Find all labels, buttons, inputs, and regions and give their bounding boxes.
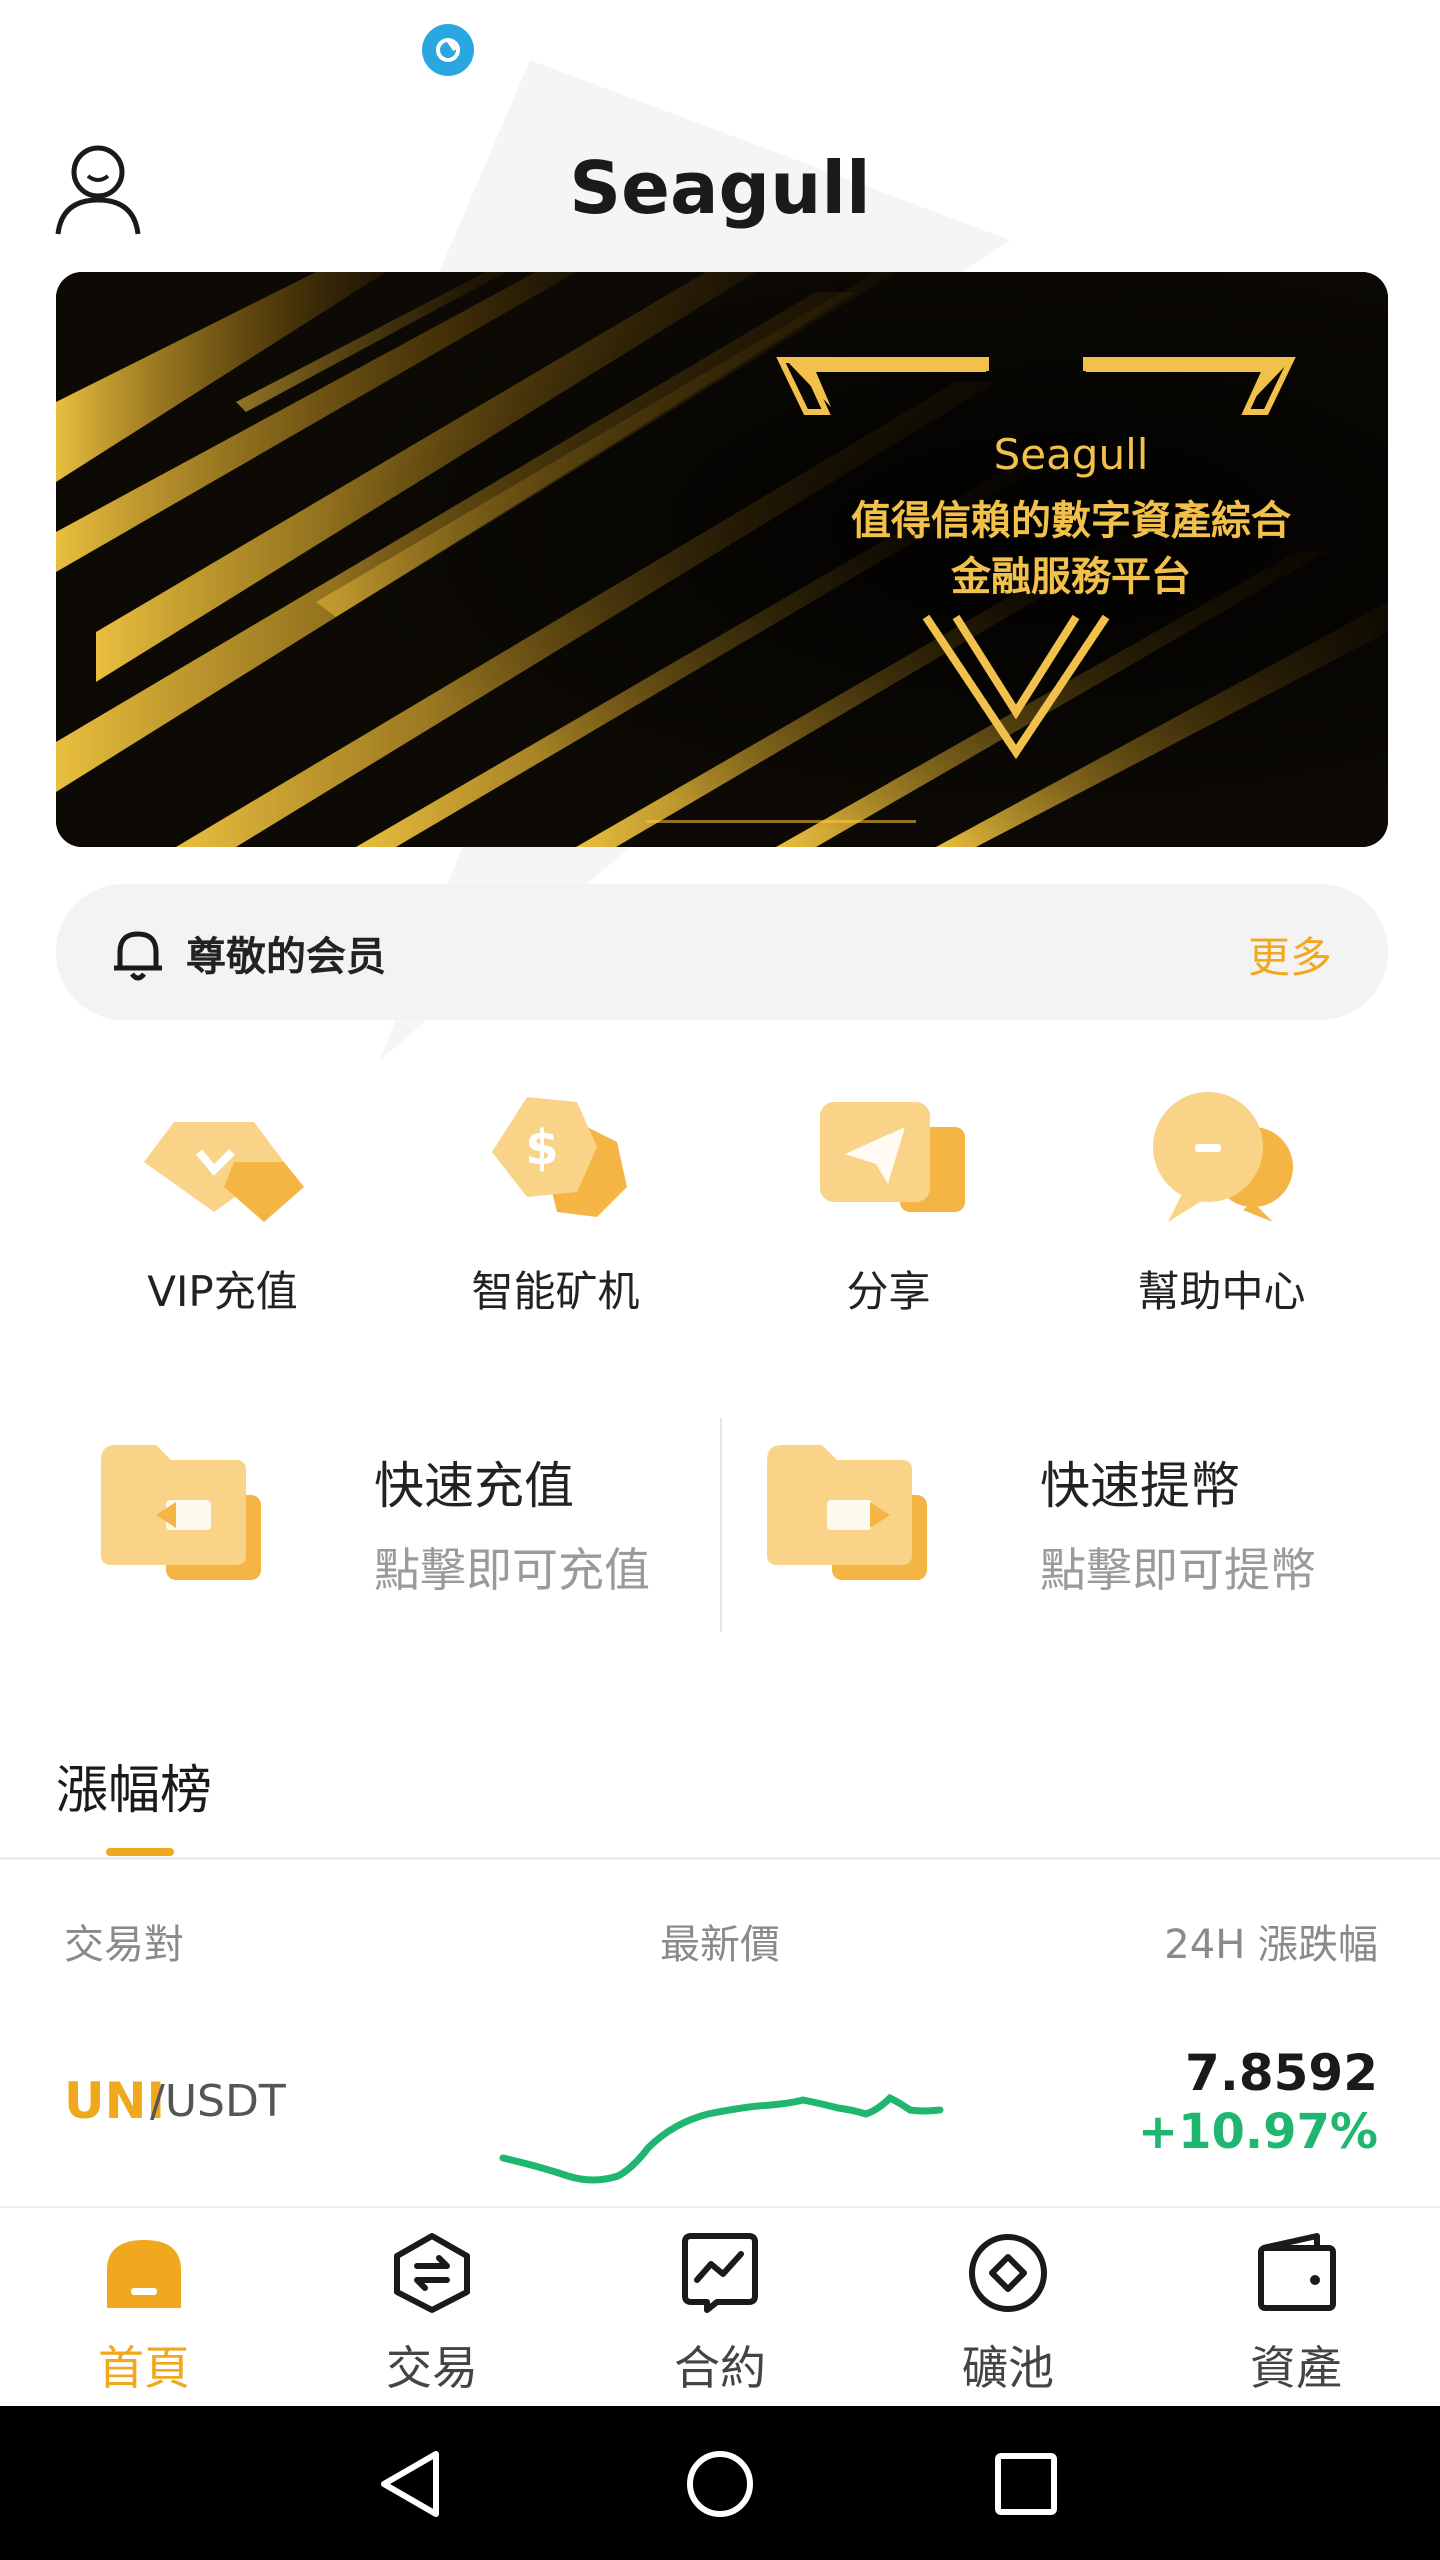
fast-actions: 快速充值 點擊即可充值 快速提幣 點擊即可提幣 (56, 1410, 1388, 1632)
quick-action-vip[interactable]: VIP充值 (56, 1080, 389, 1330)
banner-brand: Seagull (993, 430, 1149, 479)
notice-bar[interactable]: 尊敬的会员 更多 (56, 884, 1388, 1020)
nav-label: 首頁 (98, 2341, 190, 2395)
bottom-navigation: 首頁 交易 合約 礦池 資產 (0, 2206, 1440, 2406)
fast-withdraw-card[interactable]: 快速提幣 點擊即可提幣 (722, 1410, 1388, 1630)
paper-plane-icon (820, 1102, 965, 1212)
fast-withdraw-subtitle: 點擊即可提幣 (1040, 1543, 1316, 1597)
coin-price: 7.8592 (1185, 2044, 1378, 2102)
nav-label: 合約 (674, 2341, 766, 2395)
mining-pool-icon (969, 2234, 1047, 2312)
contract-chart-icon (682, 2233, 758, 2313)
quick-actions: VIP充值 $ 智能矿机 分享 幫助中心 (56, 1080, 1388, 1330)
folder-withdraw-icon (767, 1445, 927, 1580)
fast-withdraw-title: 快速提幣 (1040, 1457, 1240, 1515)
sparkline-chart (499, 2093, 944, 2184)
quick-action-label: VIP充值 (147, 1267, 298, 1316)
promo-banner[interactable]: Seagull 值得信賴的數字資產綜合 金融服務平台 (56, 272, 1388, 847)
nav-label: 資產 (1250, 2341, 1342, 2395)
quick-action-label: 智能矿机 (471, 1267, 640, 1316)
page-title: Seagull (569, 146, 871, 230)
system-navigation-bar (0, 2406, 1440, 2560)
quick-action-share[interactable]: 分享 (722, 1080, 1055, 1330)
quick-action-label: 分享 (846, 1267, 931, 1316)
home-circle-icon[interactable] (684, 2448, 756, 2520)
fast-deposit-card[interactable]: 快速充值 點擊即可充值 (56, 1410, 722, 1630)
svg-text:$: $ (525, 1120, 558, 1176)
nav-contract[interactable]: 合約 (576, 2208, 864, 2408)
chat-bubble-icon (1153, 1092, 1293, 1222)
banner-page-indicator (646, 820, 916, 823)
bell-icon (114, 931, 162, 981)
nav-assets[interactable]: 資產 (1152, 2208, 1440, 2408)
nav-label: 礦池 (962, 2341, 1054, 2395)
tab-active-indicator (106, 1848, 174, 1856)
coin-icon: $ (492, 1097, 627, 1217)
divider (0, 1857, 1440, 1860)
quick-action-label: 幫助中心 (1137, 1267, 1306, 1316)
banner-headline-1: 值得信賴的數字資產綜合 (851, 498, 1291, 544)
fast-deposit-title: 快速充值 (374, 1457, 574, 1515)
market-row[interactable]: UNI /USDT 7.8592 +10.97% (0, 2030, 1440, 2210)
coin-quote-symbol: /USDT (150, 2076, 286, 2127)
notice-more-link[interactable]: 更多 (1248, 924, 1332, 985)
nav-trade[interactable]: 交易 (288, 2208, 576, 2408)
wallet-icon (1258, 2233, 1336, 2311)
notice-text: 尊敬的会员 (186, 934, 386, 980)
quick-action-help[interactable]: 幫助中心 (1055, 1080, 1388, 1330)
back-icon[interactable] (376, 2448, 448, 2520)
folder-deposit-icon (101, 1445, 261, 1580)
home-icon (107, 2240, 181, 2308)
quick-action-mining[interactable]: $ 智能矿机 (389, 1080, 722, 1330)
recents-square-icon[interactable] (990, 2448, 1062, 2520)
coin-change: +10.97% (1137, 2104, 1378, 2160)
exchange-icon (394, 2233, 470, 2313)
nav-label: 交易 (386, 2341, 478, 2395)
fast-deposit-subtitle: 點擊即可充值 (374, 1543, 650, 1597)
app-notification-icon (422, 24, 474, 76)
nav-home[interactable]: 首頁 (0, 2208, 288, 2408)
column-header-change: 24H 漲跌幅 (1164, 1922, 1378, 1968)
diamond-icon (144, 1122, 304, 1222)
banner-headline-2: 金融服務平台 (951, 554, 1191, 600)
app-header: Seagull (0, 120, 1440, 250)
tab-gainers[interactable]: 漲幅榜 (56, 1748, 212, 1823)
nav-mining-pool[interactable]: 礦池 (864, 2208, 1152, 2408)
